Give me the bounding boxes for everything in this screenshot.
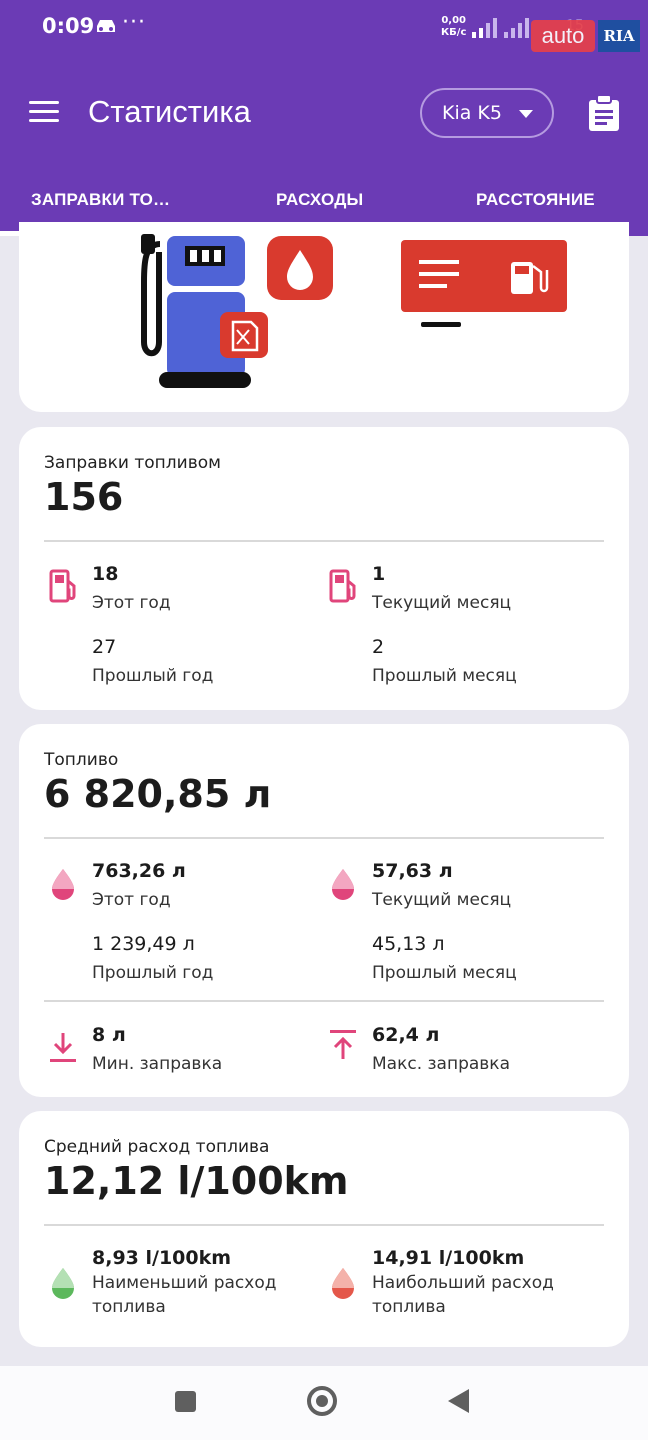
fuel-last-month-value: 45,13 л	[372, 933, 445, 955]
fuel-last-year-value: 1 239,49 л	[92, 933, 195, 955]
consumption-card: Средний расход топлива 12,12 l/100km 8,9…	[19, 1111, 629, 1347]
consumption-title: Средний расход топлива	[44, 1137, 270, 1157]
tab-refuels[interactable]: ЗАПРАВКИ ТО…	[31, 190, 170, 210]
consumption-max-label: Наибольший расход топлива	[372, 1273, 554, 1317]
fuel-this-year-label: Этот год	[92, 890, 171, 910]
consumption-average: 12,12 l/100km	[44, 1159, 349, 1203]
refuels-last-month-value: 2	[372, 636, 385, 658]
divider	[44, 1000, 604, 1002]
fuel-last-month-label: Прошлый месяц	[372, 963, 517, 983]
page-title: Статистика	[88, 94, 251, 129]
refuels-last-month: 2 Прошлый месяц	[372, 636, 517, 688]
illustration-card	[19, 222, 629, 412]
refuels-total: 156	[44, 475, 124, 519]
chevron-down-icon	[519, 110, 533, 118]
arrow-up-max-icon	[330, 1030, 356, 1059]
consumption-min-label: Наименьший расход топлива	[92, 1273, 277, 1317]
fuel-pump-illustration	[141, 234, 567, 388]
net-speed-value: 0,00	[441, 15, 467, 26]
fuel-drop-red-icon	[332, 1268, 354, 1299]
fuel-last-month: 45,13 л Прошлый месяц	[372, 933, 517, 985]
system-nav-bar	[0, 1366, 648, 1440]
tab-distance[interactable]: РАССТОЯНИЕ	[476, 190, 595, 210]
fuel-last-year: 1 239,49 л Прошлый год	[92, 933, 213, 985]
signal-icon-2	[504, 18, 529, 38]
refuels-last-year: 27 Прошлый год	[92, 636, 213, 688]
divider	[44, 1224, 604, 1226]
fuel-max-refuel: 62,4 л Макс. заправка	[372, 1024, 510, 1076]
consumption-min-value: 8,93 l/100km	[92, 1247, 232, 1269]
fuel-this-year-value: 763,26 л	[92, 860, 186, 882]
divider	[44, 540, 604, 542]
recents-button[interactable]	[175, 1391, 196, 1412]
fuel-max-value: 62,4 л	[372, 1024, 440, 1046]
fuel-drop-icon	[332, 869, 354, 900]
refuels-last-year-value: 27	[92, 636, 117, 658]
refuels-this-year-value: 18	[92, 563, 119, 585]
refuels-this-month: 1 Текущий месяц	[372, 563, 511, 615]
status-more-dots: ···	[122, 10, 146, 35]
consumption-max-value: 14,91 l/100km	[372, 1247, 525, 1269]
fuel-this-month: 57,63 л Текущий месяц	[372, 860, 511, 912]
ria-watermark: RIA	[598, 20, 640, 52]
refuels-last-month-label: Прошлый месяц	[372, 666, 517, 686]
refuels-this-year: 18 Этот год	[92, 563, 171, 615]
consumption-min: 8,93 l/100km Наименьший расход топлива	[92, 1247, 312, 1319]
fuel-title: Топливо	[44, 750, 119, 770]
status-bar: 0:09 ··· 0,00 КБ/с 15 auto RIA	[0, 0, 648, 56]
auto-watermark: auto	[531, 20, 595, 52]
refuels-title: Заправки топливом	[44, 453, 221, 473]
fuel-last-year-label: Прошлый год	[92, 963, 214, 983]
car-selector-label: Kia K5	[442, 102, 502, 124]
refuels-last-year-label: Прошлый год	[92, 666, 214, 686]
fuel-min-refuel: 8 л Мин. заправка	[92, 1024, 222, 1076]
fuel-this-month-value: 57,63 л	[372, 860, 453, 882]
app-bar: 0:09 ··· 0,00 КБ/с 15 auto RIA Статистик…	[0, 0, 648, 236]
fuel-drop-icon	[52, 869, 74, 900]
fuel-this-month-label: Текущий месяц	[372, 890, 512, 910]
back-button[interactable]	[448, 1389, 469, 1413]
refuels-this-month-value: 1	[372, 563, 386, 585]
tab-bar: ЗАПРАВКИ ТО… РАСХОДЫ РАССТОЯНИЕ	[0, 178, 648, 226]
divider	[44, 837, 604, 839]
consumption-max: 14,91 l/100km Наибольший расход топлива	[372, 1247, 592, 1319]
refuels-card: Заправки топливом 156 18 Этот год 27 Про…	[19, 427, 629, 710]
fuel-card: Топливо 6 820,85 л 763,26 л Этот год 1 2…	[19, 724, 629, 1097]
fuel-station-icon	[329, 569, 356, 603]
fuel-drop-green-icon	[52, 1268, 74, 1299]
net-speed: 0,00 КБ/с	[441, 15, 466, 39]
fuel-station-icon	[49, 569, 76, 603]
refuels-this-year-label: Этот год	[92, 593, 171, 613]
fuel-this-year: 763,26 л Этот год	[92, 860, 186, 912]
status-time: 0:09	[42, 14, 95, 38]
signal-icon	[472, 18, 497, 38]
menu-icon[interactable]	[29, 101, 59, 123]
arrow-down-min-icon	[50, 1033, 76, 1062]
fuel-total: 6 820,85 л	[44, 772, 272, 816]
clipboard-icon[interactable]	[588, 95, 620, 131]
fuel-max-label: Макс. заправка	[372, 1054, 510, 1074]
refuels-this-month-label: Текущий месяц	[372, 593, 512, 613]
fuel-min-label: Мин. заправка	[92, 1054, 223, 1074]
home-button[interactable]	[307, 1386, 337, 1416]
car-icon	[97, 20, 115, 32]
net-speed-unit: КБ/с	[441, 27, 467, 38]
tab-expenses[interactable]: РАСХОДЫ	[276, 190, 363, 210]
car-selector[interactable]: Kia K5	[420, 88, 554, 138]
fuel-min-value: 8 л	[92, 1024, 126, 1046]
